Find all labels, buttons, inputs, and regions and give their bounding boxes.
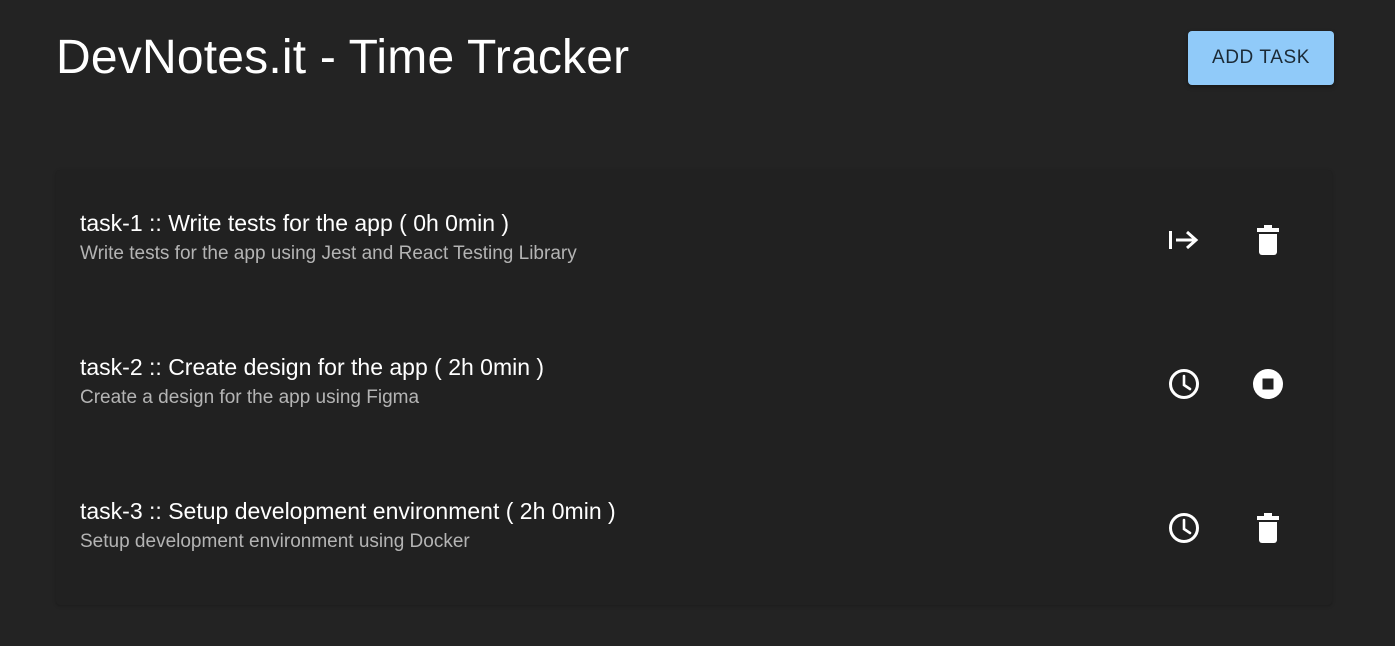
stop-task-button[interactable] <box>1246 362 1290 406</box>
task-item: task-3 :: Setup development environment … <box>56 458 1332 602</box>
trash-icon <box>1257 513 1279 543</box>
start-arrow-icon <box>1169 230 1199 250</box>
task-description: Write tests for the app using Jest and R… <box>80 243 577 264</box>
track-time-button[interactable] <box>1162 506 1206 550</box>
trash-icon <box>1257 225 1279 255</box>
track-time-button[interactable] <box>1162 362 1206 406</box>
clock-icon <box>1169 369 1199 399</box>
task-title: task-3 :: Setup development environment … <box>80 498 616 524</box>
delete-task-button[interactable] <box>1246 506 1290 550</box>
task-description: Create a design for the app using Figma <box>80 387 420 408</box>
task-description: Setup development environment using Dock… <box>80 531 470 552</box>
delete-task-button[interactable] <box>1246 218 1290 262</box>
task-text: task-2 :: Create design for the app ( 2h… <box>80 352 544 411</box>
clock-icon <box>1169 513 1199 543</box>
task-title: task-2 :: Create design for the app ( 2h… <box>80 354 545 380</box>
stop-circle-icon <box>1253 369 1283 399</box>
task-item: task-2 :: Create design for the app ( 2h… <box>56 314 1332 458</box>
start-task-button[interactable] <box>1162 218 1206 262</box>
app-root: DevNotes.it - Time Tracker ADD TASK task… <box>0 0 1395 646</box>
add-task-button[interactable]: ADD TASK <box>1188 31 1334 85</box>
task-title: task-1 :: Write tests for the app ( 0h 0… <box>80 210 510 236</box>
page-title: DevNotes.it - Time Tracker <box>56 31 630 84</box>
task-text: task-3 :: Setup development environment … <box>80 496 616 555</box>
header: DevNotes.it - Time Tracker ADD TASK <box>56 28 1334 88</box>
task-list: task-1 :: Write tests for the app ( 0h 0… <box>56 170 1332 605</box>
task-text: task-1 :: Write tests for the app ( 0h 0… <box>80 208 577 267</box>
task-item: task-1 :: Write tests for the app ( 0h 0… <box>56 170 1332 314</box>
